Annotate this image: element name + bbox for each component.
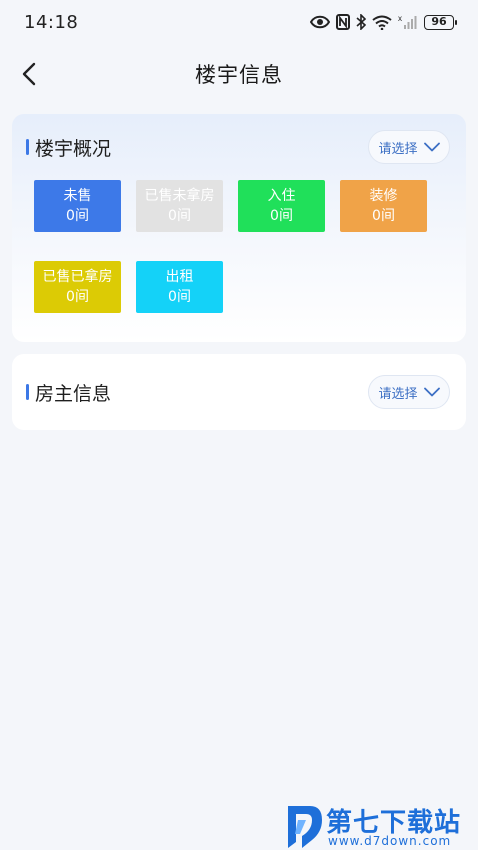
tile-label: 入住: [267, 188, 296, 204]
building-overview-title-row: 楼宇概况 请选择: [12, 130, 466, 164]
tile-label: 出租: [165, 269, 194, 285]
owner-info-card: 房主信息 请选择: [12, 354, 466, 430]
status-tile-renovating[interactable]: 装修 0间: [340, 180, 427, 232]
select-label: 请选择: [378, 386, 418, 402]
status-tile-rented[interactable]: 出租 0间: [136, 261, 223, 313]
status-tile-unsold[interactable]: 未售 0间: [34, 180, 121, 232]
status-tile-sold-received[interactable]: 已售已拿房 0间: [34, 261, 121, 313]
tile-count: 0间: [372, 208, 395, 224]
tile-count: 0间: [168, 289, 191, 305]
watermark: 第七下载站 www.d7down.com: [284, 800, 474, 850]
tile-count: 0间: [270, 208, 293, 224]
tile-count: 0间: [66, 289, 89, 305]
tile-count: 0间: [168, 208, 191, 224]
title-accent-bar: [26, 384, 29, 400]
status-bar: 14:18 x 96: [0, 0, 478, 44]
chevron-down-icon: [423, 142, 440, 152]
watermark-logo-icon: [288, 806, 322, 848]
svg-text:x: x: [398, 14, 402, 23]
battery-icon: 96: [424, 14, 457, 30]
owner-info-title: 房主信息: [35, 382, 112, 405]
header: 楼宇信息: [0, 48, 478, 100]
owner-info-title-row: 房主信息 请选择: [12, 375, 466, 409]
tile-label: 装修: [369, 188, 398, 204]
tile-label: 已售已拿房: [42, 269, 113, 285]
tile-label: 已售未拿房: [144, 188, 215, 204]
tile-label: 未售: [63, 188, 92, 204]
select-label: 请选择: [378, 141, 418, 157]
watermark-url: www.d7down.com: [328, 834, 452, 848]
nfc-icon: [336, 14, 350, 30]
wifi-icon: [372, 15, 392, 30]
chevron-down-icon: [423, 387, 440, 397]
status-tile-occupied[interactable]: 入住 0间: [238, 180, 325, 232]
tile-count: 0间: [66, 208, 89, 224]
status-time: 14:18: [24, 11, 79, 33]
owner-select-dropdown[interactable]: 请选择: [368, 375, 450, 409]
eye-icon: [310, 15, 330, 29]
status-tile-sold-not-received[interactable]: 已售未拿房 0间: [136, 180, 223, 232]
back-arrow-icon[interactable]: [18, 60, 42, 88]
title-accent-bar: [26, 139, 29, 155]
building-select-dropdown[interactable]: 请选择: [368, 130, 450, 164]
signal-icon: x: [398, 14, 417, 29]
bluetooth-icon: [356, 14, 366, 30]
status-icons: x 96: [310, 14, 457, 30]
building-overview-card: 楼宇概况 请选择 未售 0间 已售未拿房 0间 入住 0间 装修 0间 已售已拿…: [12, 114, 466, 342]
page-title: 楼宇信息: [195, 63, 283, 87]
building-overview-title: 楼宇概况: [35, 137, 112, 160]
